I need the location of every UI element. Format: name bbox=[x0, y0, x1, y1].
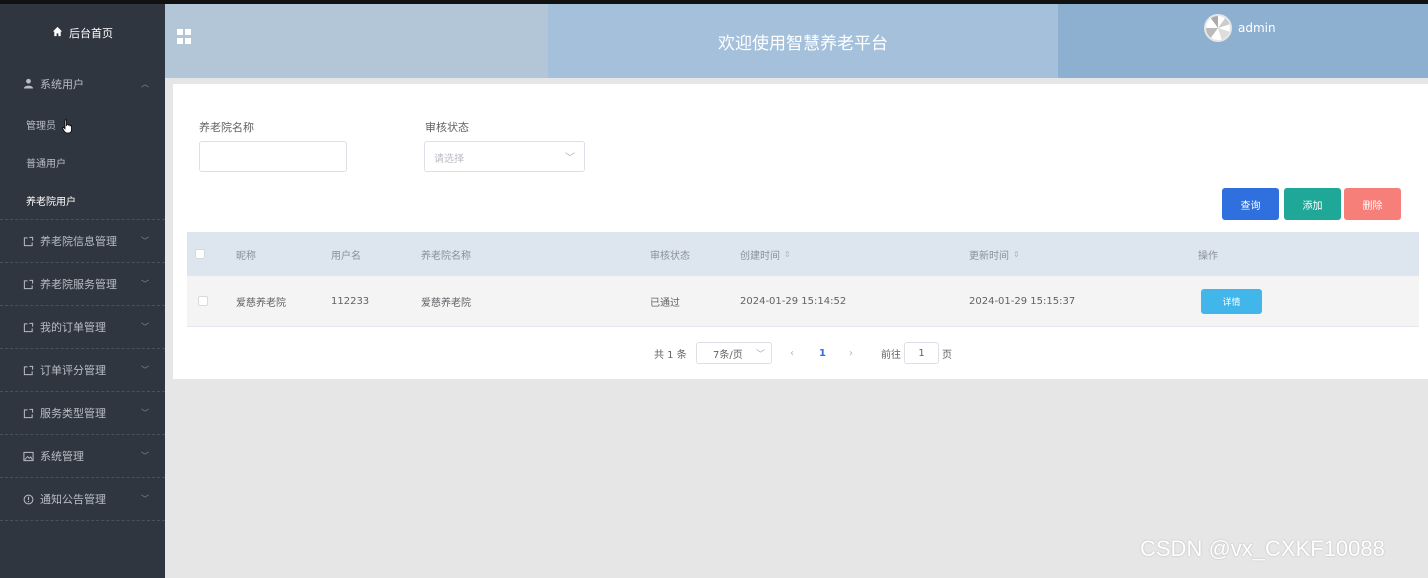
chevron-down-icon: ﹀ bbox=[141, 279, 149, 289]
cell-username: 112233 bbox=[331, 295, 370, 307]
sidebar-group-label: 系统管理 bbox=[40, 450, 84, 463]
column-header-label: 创建时间 bbox=[740, 250, 780, 262]
cell-updated: 2024-01-29 15:15:37 bbox=[969, 295, 1076, 307]
content-card: 养老院名称 审核状态 请选择 ﹀ 查询 添加 删除 昵称 用户名 养老院名称 审… bbox=[173, 84, 1428, 379]
share-box-icon bbox=[22, 321, 34, 333]
sidebar-group-label: 服务类型管理 bbox=[40, 407, 106, 420]
header-segment bbox=[165, 4, 548, 78]
nursing-home-name-input[interactable] bbox=[199, 141, 347, 172]
goto-page-input[interactable]: 1 bbox=[904, 342, 939, 364]
chevron-down-icon: ﹀ bbox=[141, 494, 149, 504]
sidebar-item-label: 普通用户 bbox=[26, 158, 66, 170]
sidebar-group-service-type[interactable]: 服务类型管理 ﹀ bbox=[0, 392, 165, 435]
share-box-icon bbox=[22, 407, 34, 419]
sidebar-group-home-service[interactable]: 养老院服务管理 ﹀ bbox=[0, 263, 165, 306]
chevron-down-icon: ﹀ bbox=[755, 349, 765, 360]
sidebar-item-label: 管理员 bbox=[26, 120, 56, 132]
query-button[interactable]: 查询 bbox=[1222, 188, 1279, 220]
user-icon bbox=[22, 78, 34, 90]
add-button[interactable]: 添加 bbox=[1284, 188, 1341, 220]
page-title: 欢迎使用智慧养老平台 bbox=[718, 33, 888, 54]
sidebar-group-label: 养老院服务管理 bbox=[40, 278, 117, 291]
next-page-icon[interactable]: › bbox=[849, 342, 853, 364]
sidebar-group-label: 系统用户 bbox=[40, 77, 84, 91]
data-table: 昵称 用户名 养老院名称 审核状态 创建时间 ⇕ 更新时间 ⇕ 操作 爱慈养老院 1… bbox=[187, 232, 1419, 327]
sidebar-group-home-info[interactable]: 养老院信息管理 ﹀ bbox=[0, 220, 165, 263]
sidebar-item-admin[interactable]: 管理员 bbox=[0, 105, 165, 143]
sidebar-home-label: 后台首页 bbox=[69, 27, 113, 40]
column-header-username: 用户名 bbox=[331, 250, 361, 262]
sidebar-group-my-orders[interactable]: 我的订单管理 ﹀ bbox=[0, 306, 165, 349]
select-placeholder: 请选择 bbox=[434, 154, 464, 165]
sidebar-item-label: 养老院用户 bbox=[26, 196, 76, 208]
page-size-value: 7条/页 bbox=[713, 349, 743, 361]
cell-nickname: 爱慈养老院 bbox=[236, 297, 286, 309]
sidebar-group-system-management[interactable]: 系统管理 ﹀ bbox=[0, 435, 165, 478]
sidebar-group-notice[interactable]: 通知公告管理 ﹀ bbox=[0, 478, 165, 521]
sidebar-group-label: 订单评分管理 bbox=[40, 364, 106, 377]
picture-icon bbox=[22, 450, 34, 462]
detail-button[interactable]: 详情 bbox=[1201, 288, 1262, 314]
sort-icon[interactable]: ⇕ bbox=[784, 250, 791, 259]
cell-home-name: 爱慈养老院 bbox=[421, 297, 471, 309]
share-box-icon bbox=[22, 235, 34, 247]
sidebar-group-label: 养老院信息管理 bbox=[40, 235, 117, 248]
filter-status-label: 审核状态 bbox=[425, 121, 469, 134]
chevron-down-icon: ﹀ bbox=[141, 236, 149, 246]
column-header-status: 审核状态 bbox=[650, 250, 690, 262]
sidebar-submenu: 管理员 普通用户 养老院用户 bbox=[0, 105, 165, 220]
chevron-down-icon: ﹀ bbox=[141, 322, 149, 332]
home-icon bbox=[52, 26, 63, 40]
menu-toggle-grid-icon[interactable] bbox=[177, 29, 192, 44]
sidebar: 后台首页 系统用户 ︿ 管理员 普通用户 养老院用户 养老院信息管理 ﹀ 养老院… bbox=[0, 4, 165, 578]
chevron-down-icon: ﹀ bbox=[565, 153, 575, 164]
share-box-icon bbox=[22, 364, 34, 376]
sidebar-group-label: 我的订单管理 bbox=[40, 321, 106, 334]
column-header-updated[interactable]: 更新时间 ⇕ bbox=[969, 232, 1020, 276]
share-box-icon bbox=[22, 278, 34, 290]
delete-button[interactable]: 删除 bbox=[1344, 188, 1401, 220]
page-size-select[interactable]: 7条/页 ﹀ bbox=[696, 342, 772, 364]
column-header-nickname: 昵称 bbox=[236, 250, 256, 262]
row-checkbox[interactable] bbox=[198, 276, 208, 326]
avatar bbox=[1204, 14, 1232, 42]
chevron-down-icon: ﹀ bbox=[141, 365, 149, 375]
page-number-current[interactable]: 1 bbox=[819, 342, 826, 364]
top-header: 欢迎使用智慧养老平台 admin bbox=[165, 4, 1428, 78]
select-all-checkbox[interactable] bbox=[195, 232, 205, 276]
chevron-up-icon: ︿ bbox=[141, 79, 149, 88]
cell-created: 2024-01-29 15:14:52 bbox=[740, 295, 847, 307]
status-select[interactable]: 请选择 ﹀ bbox=[424, 141, 585, 172]
table-header: 昵称 用户名 养老院名称 审核状态 创建时间 ⇕ 更新时间 ⇕ 操作 bbox=[187, 232, 1419, 276]
goto-label: 前往 bbox=[881, 349, 901, 361]
chevron-down-icon: ﹀ bbox=[141, 451, 149, 461]
column-header-actions: 操作 bbox=[1198, 250, 1218, 262]
sidebar-item-nursing-home-user[interactable]: 养老院用户 bbox=[0, 181, 165, 219]
info-circle-icon bbox=[22, 493, 34, 505]
user-menu[interactable]: admin bbox=[1204, 14, 1276, 42]
filter-name-label: 养老院名称 bbox=[199, 121, 254, 134]
sidebar-group-order-rating[interactable]: 订单评分管理 ﹀ bbox=[0, 349, 165, 392]
username: admin bbox=[1238, 21, 1276, 35]
sidebar-item-home[interactable]: 后台首页 bbox=[0, 4, 165, 62]
column-header-created[interactable]: 创建时间 ⇕ bbox=[740, 232, 791, 276]
sort-icon[interactable]: ⇕ bbox=[1013, 250, 1020, 259]
hand-cursor-icon bbox=[62, 119, 74, 137]
column-header-label: 更新时间 bbox=[969, 250, 1009, 262]
cell-actions: 详情 bbox=[1201, 276, 1262, 326]
column-header-home-name: 养老院名称 bbox=[421, 250, 471, 262]
prev-page-icon[interactable]: ‹ bbox=[790, 342, 794, 364]
watermark: CSDN @vx_CXKF10088 bbox=[1140, 536, 1385, 561]
sidebar-item-normal-user[interactable]: 普通用户 bbox=[0, 143, 165, 181]
sidebar-group-label: 通知公告管理 bbox=[40, 493, 106, 506]
table-row: 爱慈养老院 112233 爱慈养老院 已通过 2024-01-29 15:14:… bbox=[187, 276, 1419, 327]
sidebar-group-system-users[interactable]: 系统用户 ︿ bbox=[0, 62, 165, 105]
pagination-total: 共 1 条 bbox=[654, 349, 687, 361]
chevron-down-icon: ﹀ bbox=[141, 408, 149, 418]
cell-status: 已通过 bbox=[650, 297, 680, 309]
page-suffix: 页 bbox=[942, 349, 952, 361]
pagination: 共 1 条 7条/页 ﹀ ‹ 1 › 前往 1 页 bbox=[173, 342, 1428, 364]
